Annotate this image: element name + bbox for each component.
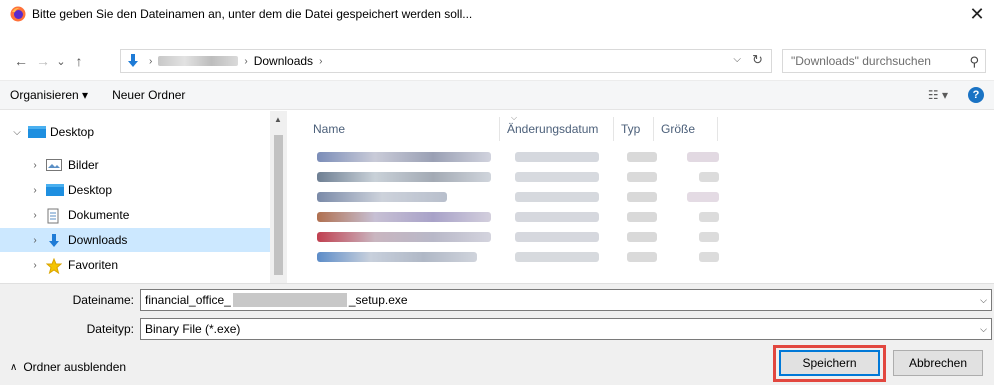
scrollbar-thumb[interactable] [274, 135, 283, 275]
column-size-label: Größe [661, 122, 696, 136]
file-row-redacted[interactable] [307, 207, 727, 227]
hide-folders-label: Ordner ausblenden [23, 360, 127, 374]
filename-redacted-segment [232, 293, 347, 307]
filetype-label: Dateityp: [86, 322, 134, 336]
sidebar-item-desktop-root[interactable]: ⌵ Desktop [0, 120, 270, 144]
save-button-highlight [773, 345, 886, 382]
filename-value-suffix: _setup.exe [348, 293, 408, 307]
column-type-label: Typ [621, 122, 641, 136]
breadcrumb-user-redacted[interactable] [158, 56, 239, 66]
chevron-right-icon[interactable]: › [28, 185, 42, 196]
sidebar-item-label: Downloads [68, 233, 128, 247]
filename-value-prefix: financial_office_ [145, 293, 231, 307]
file-row-redacted[interactable] [307, 227, 727, 247]
filetype-select[interactable]: Binary File (*.exe) ⌵ [140, 318, 992, 340]
desktop-icon [28, 125, 46, 139]
file-row-redacted[interactable] [307, 187, 727, 207]
hide-folders-toggle[interactable]: ∧ Ordner ausblenden [10, 360, 126, 374]
downloads-icon [46, 233, 62, 247]
filename-field[interactable]: financial_office_ _setup.exe ⌵ [140, 289, 992, 311]
sidebar-item-label: Desktop [50, 125, 95, 139]
sidebar-item-label: Desktop [68, 183, 113, 197]
sidebar-item-dokumente[interactable]: › Dokumente [0, 203, 270, 227]
file-row-redacted[interactable] [307, 167, 727, 187]
sidebar-item-desktop[interactable]: › Desktop [0, 178, 270, 202]
chevron-down-icon[interactable]: ⌵ [980, 324, 987, 335]
column-modified-label: Änderungsdatum [507, 122, 599, 136]
forward-arrow-icon[interactable]: → [32, 50, 54, 72]
file-list: Name Änderungsdatum ⌵ Typ Größe [287, 111, 994, 283]
firefox-icon [10, 6, 26, 22]
column-header-size[interactable]: Größe [653, 117, 717, 141]
cancel-button[interactable]: Abbrechen [893, 350, 983, 376]
close-button[interactable]: ✕ [960, 0, 994, 28]
organize-menu-button[interactable]: Organisieren ▾ [0, 88, 98, 102]
column-header-type[interactable]: Typ [613, 117, 653, 141]
file-row-redacted[interactable] [307, 147, 727, 167]
recent-locations-icon[interactable]: ⌄ [54, 50, 68, 72]
sidebar-item-bilder[interactable]: › Bilder [0, 153, 270, 177]
search-input[interactable]: "Downloads" durchsuchen ⚲ [782, 49, 986, 73]
sidebar-item-favoriten[interactable]: › Favoriten [0, 253, 270, 277]
search-icon[interactable]: ⚲ [969, 54, 979, 70]
view-options-icon[interactable]: ☷ ▾ [928, 88, 948, 102]
title-bar: Bitte geben Sie den Dateinamen an, unter… [0, 0, 994, 28]
sidebar-item-label: Bilder [68, 158, 99, 172]
downloads-folder-icon [125, 53, 141, 69]
search-placeholder: "Downloads" durchsuchen [791, 54, 931, 68]
sidebar-item-label: Dokumente [68, 208, 130, 222]
file-row-redacted[interactable] [307, 247, 727, 267]
favorites-star-icon [45, 257, 63, 275]
column-header-name[interactable]: Name [305, 117, 505, 141]
navigation-pane-scrollbar[interactable]: ▲ [270, 111, 287, 283]
documents-icon [46, 208, 62, 224]
breadcrumb-separator: › [149, 55, 153, 67]
chevron-down-icon[interactable]: ⌵ [10, 127, 24, 138]
cancel-button-label: Abbrechen [908, 356, 968, 370]
up-arrow-icon[interactable]: ↑ [68, 50, 90, 72]
back-arrow-icon[interactable]: ← [10, 50, 32, 72]
column-name-label: Name [313, 122, 346, 136]
chevron-right-icon[interactable]: › [28, 210, 42, 221]
breadcrumb-separator: › [319, 55, 323, 67]
sidebar-item-downloads[interactable]: › Downloads [0, 228, 270, 252]
chevron-down-icon[interactable]: ⌵ [980, 295, 987, 306]
new-folder-button[interactable]: Neuer Ordner [102, 88, 195, 102]
breadcrumb-separator: › [244, 55, 248, 67]
column-divider[interactable] [717, 117, 718, 141]
refresh-icon[interactable]: ↻ [752, 52, 763, 68]
chevron-right-icon[interactable]: › [28, 160, 42, 171]
address-dropdown-icon[interactable]: ⌵ [733, 54, 741, 65]
scroll-up-arrow-icon[interactable]: ▲ [274, 115, 282, 124]
desktop-icon [46, 183, 64, 197]
dialog-title: Bitte geben Sie den Dateinamen an, unter… [32, 7, 473, 21]
chevron-right-icon[interactable]: › [28, 260, 42, 271]
breadcrumb-downloads[interactable]: Downloads [254, 54, 313, 68]
sort-indicator-icon: ⌵ [511, 113, 518, 122]
filetype-value: Binary File (*.exe) [145, 322, 241, 336]
navigation-pane: ⌵ Desktop › Bilder › Desktop › Dokumente… [0, 111, 286, 283]
command-toolbar: Organisieren ▾ Neuer Ordner ☷ ▾ ? [0, 80, 994, 110]
filename-label: Dateiname: [72, 293, 134, 307]
sidebar-item-label: Favoriten [68, 258, 119, 272]
address-bar[interactable]: › › Downloads › ⌵ ↻ [120, 49, 772, 73]
chevron-up-icon: ∧ [10, 361, 18, 373]
chevron-right-icon[interactable]: › [28, 235, 42, 246]
help-icon[interactable]: ? [968, 87, 984, 103]
pictures-icon [46, 158, 62, 172]
